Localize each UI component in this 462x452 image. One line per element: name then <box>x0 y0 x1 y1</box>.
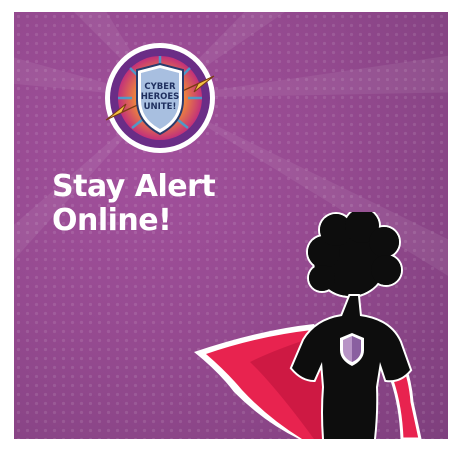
superhero-silhouette <box>194 212 422 439</box>
headline-line-1: Stay Alert <box>52 169 216 204</box>
badge-line-3: UNITE! <box>144 102 177 112</box>
poster-card: CYBER HEROES UNITE! Stay Alert Online! <box>14 12 448 439</box>
badge-line-1: CYBER <box>144 82 176 92</box>
badge-line-2: HEROES <box>141 92 180 102</box>
cyber-heroes-badge: CYBER HEROES UNITE! <box>105 43 215 153</box>
